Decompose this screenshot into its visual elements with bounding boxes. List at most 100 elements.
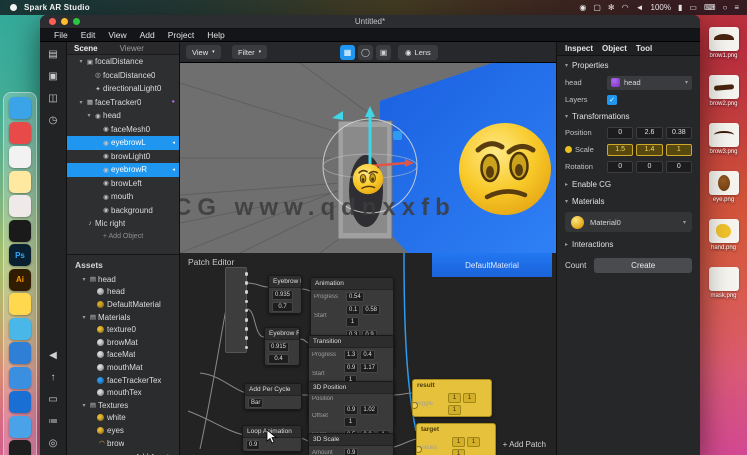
inspector-tab-tool[interactable]: Tool [636, 44, 652, 53]
orbit-view-toggle[interactable]: ◯ [358, 45, 373, 60]
dock-item-pencil[interactable] [9, 342, 31, 364]
section-transformations[interactable]: ▾ Transformations [557, 107, 700, 124]
layers-checkbox[interactable]: ✓ [607, 94, 617, 105]
menu-file[interactable]: File [54, 30, 68, 40]
desktop-file-eye.png[interactable]: eye.png [708, 171, 739, 203]
menubar-app-name[interactable]: Spark AR Studio [24, 3, 90, 12]
viewport-3d[interactable]: CG www.qdnxxfb [180, 63, 556, 253]
dock-item-illustrator[interactable]: Ai [9, 268, 31, 291]
desktop-file-brow3.png[interactable]: brow3.png [708, 123, 739, 155]
upload-icon[interactable]: ↑ [51, 372, 56, 383]
volume-icon[interactable]: ◄ [636, 3, 644, 12]
desktop-file-mask.png[interactable]: mask.png [708, 267, 739, 299]
create-button[interactable]: Create [594, 258, 692, 273]
scale-z-field[interactable]: 1 [665, 143, 692, 156]
patch-output-port[interactable] [244, 327, 248, 331]
patch-node-eyebrow-l[interactable]: Eyebrow L 0.935 0.7 [268, 275, 302, 314]
control-center-icon[interactable]: ≡ [734, 3, 739, 12]
asset-item-faceMat[interactable]: faceMat [67, 349, 179, 362]
patch-output-port[interactable] [244, 290, 248, 294]
position-x-field[interactable]: 0 [607, 126, 634, 139]
display-icon[interactable]: ▢ [593, 3, 601, 12]
menu-edit[interactable]: Edit [81, 30, 96, 40]
scene-item-eyebrowR[interactable]: ◉ eyebrowR ◂ [67, 163, 179, 177]
rotation-x-field[interactable]: 0 [607, 160, 634, 173]
view-dropdown[interactable]: View ▾ [186, 45, 221, 59]
tab-viewer[interactable]: Viewer [120, 44, 144, 53]
patch-output-port[interactable] [244, 272, 248, 276]
audio-icon[interactable]: ◀ [49, 350, 57, 361]
scene-item-faceTracker0[interactable]: ▾ ▦ faceTracker0 ● [67, 96, 179, 110]
patch-output-port[interactable] [244, 345, 248, 350]
scene-item-focalDistance0[interactable]: ◎ focalDistance0 [67, 69, 179, 83]
time-icon[interactable]: ◷ [49, 115, 58, 126]
menu-help[interactable]: Help [207, 30, 224, 40]
scale-keyframe-icon[interactable] [565, 146, 572, 153]
menu-view[interactable]: View [108, 30, 126, 40]
dock-item-notes[interactable] [9, 170, 31, 193]
split-view-icon[interactable]: ◫ [48, 93, 57, 104]
patch-output-port[interactable] [244, 318, 248, 322]
asset-item-browMat[interactable]: browMat [67, 336, 179, 349]
section-interactions[interactable]: ▸ Interactions [557, 235, 700, 252]
scale-x-field[interactable]: 1.5 [607, 143, 634, 156]
patch-node-add-per-cycle[interactable]: Add Per Cycle Bar [244, 383, 302, 410]
inspector-tab-inspect[interactable]: Inspect [565, 44, 593, 53]
keyboard-icon[interactable]: ⌨ [704, 3, 716, 12]
dock-item-hearts[interactable] [9, 195, 31, 217]
asset-item-eyes[interactable]: eyes [67, 424, 179, 437]
add-asset-button[interactable]: + Add Asset [67, 449, 179, 455]
scene-item-browLeft[interactable]: ◉ browLeft [67, 177, 179, 191]
lens-button[interactable]: ◉ Lens [398, 45, 438, 60]
tab-scene[interactable]: Scene [74, 44, 98, 53]
dock-item-globe[interactable] [9, 391, 31, 413]
asset-item-texture0[interactable]: texture0 [67, 323, 179, 336]
desktop-file-brow1.png[interactable]: brow1.png [708, 27, 739, 59]
rotation-y-field[interactable]: 0 [636, 160, 663, 173]
dock-item-messages[interactable] [9, 121, 31, 144]
asset-item-white[interactable]: white [67, 412, 179, 425]
asset-item-Materials[interactable]: ▾ ▤ Materials [67, 311, 179, 324]
camera-icon[interactable]: ▣ [48, 71, 57, 82]
patch-output-port[interactable] [244, 336, 248, 340]
asset-item-mouthMat[interactable]: mouthMat [67, 361, 179, 374]
material-dropdown[interactable]: Material0 ▾ [565, 212, 692, 232]
patch-output-port[interactable] [244, 299, 248, 304]
asset-item-head[interactable]: ▾ ▤ head [67, 273, 179, 286]
face-tracker-patch-node[interactable] [225, 267, 248, 353]
asset-item-head[interactable]: head [67, 286, 179, 299]
rotation-z-field[interactable]: 0 [665, 160, 692, 173]
position-z-field[interactable]: 0.38 [665, 126, 692, 139]
asset-item-Textures[interactable]: ▾ ▤ Textures [67, 399, 179, 412]
patch-node-3d-scale[interactable]: 3D ScaleAmount0.9Min0.50.81Max0.50.91 [308, 433, 394, 455]
record-icon[interactable]: ◉ [579, 3, 586, 12]
asset-item-brow[interactable]: ◠ brow [67, 437, 179, 450]
menu-project[interactable]: Project [168, 30, 194, 40]
settings-sliders-icon[interactable]: ≔ [48, 416, 58, 427]
dock-item-photoshop[interactable]: Ps [9, 244, 31, 266]
filter-dropdown[interactable]: Filter ▾ [232, 45, 268, 59]
scene-item-Mic right[interactable]: ♪ Mic right [67, 217, 179, 231]
panels-icon[interactable]: ▤ [48, 49, 57, 60]
bluetooth-icon[interactable]: ✻ [608, 3, 615, 12]
asset-item-DefaultMaterial[interactable]: DefaultMaterial [67, 298, 179, 311]
patch-node-target-value[interactable]: target values 1 1 1 [416, 423, 496, 455]
scale-y-field[interactable]: 1.4 [636, 143, 663, 156]
scene-item-mouth[interactable]: ◉ mouth [67, 190, 179, 204]
section-properties[interactable]: ▾ Properties [557, 56, 700, 73]
patch-node-eyebrow-r[interactable]: Eyebrow R 0.915 0.4 [264, 327, 300, 366]
grid-view-toggle[interactable]: ▦ [340, 45, 355, 60]
keyboard-card-icon[interactable]: ▭ [48, 394, 57, 405]
camera-view-toggle[interactable]: ▣ [376, 45, 391, 60]
section-materials[interactable]: ▾ Materials [557, 192, 700, 209]
dock-item-bird[interactable] [9, 317, 31, 340]
scene-item-background[interactable]: ◉ background [67, 204, 179, 218]
dock-item-photos[interactable] [9, 146, 31, 168]
apple-menu-icon[interactable] [10, 4, 17, 11]
head-dropdown[interactable]: head ▾ [607, 75, 692, 90]
asset-item-faceTrackerTex[interactable]: faceTrackerTex [67, 374, 179, 387]
asset-item-mouthTex[interactable]: mouthTex [67, 386, 179, 399]
scene-item-browLight0[interactable]: ◉ browLight0 [67, 150, 179, 164]
dock-item-finder[interactable] [9, 97, 31, 119]
scene-item-faceMesh0[interactable]: ◉ faceMesh0 [67, 123, 179, 137]
